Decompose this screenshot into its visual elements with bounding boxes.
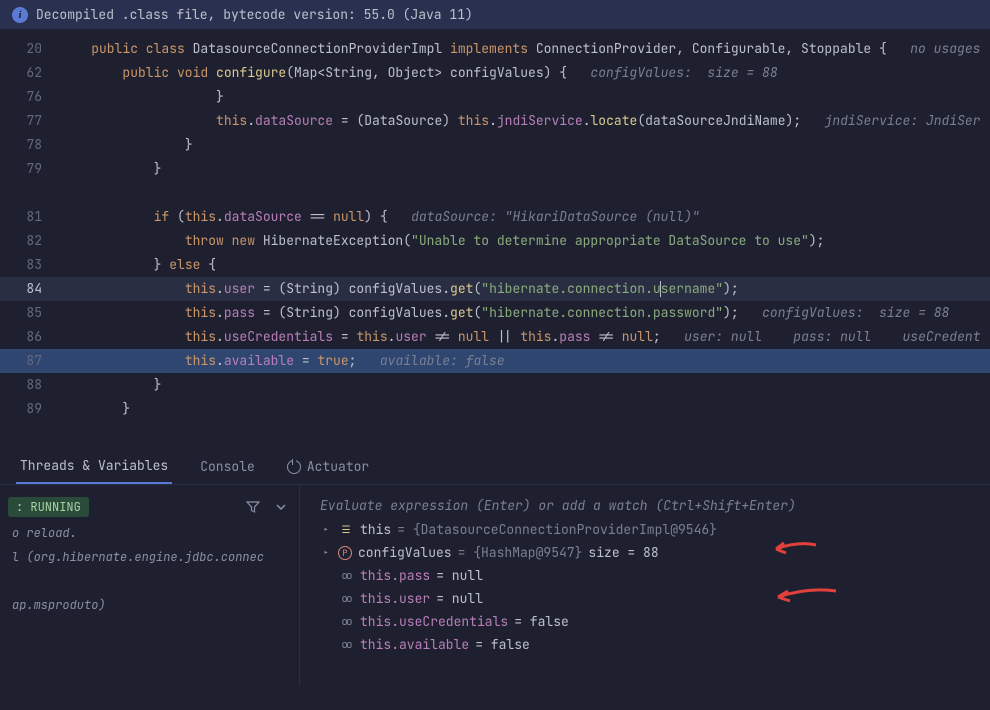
line-number: 81 [0, 205, 60, 229]
threads-column: : RUNNING o reload. l (org.hibernate.eng… [0, 485, 300, 685]
code-line: this.available = true; available: false [60, 349, 990, 373]
evaluate-expression-input[interactable]: Evaluate expression (Enter) or add a wat… [308, 493, 982, 518]
variable-row[interactable]: oo this.useCredentials = false [308, 610, 982, 633]
expand-icon[interactable]: ▸ [320, 523, 332, 536]
line-number: 82 [0, 229, 60, 253]
annotation-arrow [768, 587, 838, 611]
glasses-icon: oo [338, 637, 354, 653]
debug-panel-tabs: Threads & Variables Console Actuator [0, 441, 990, 485]
stack-frame[interactable]: ap.msproduto) [0, 593, 299, 617]
info-icon: i [12, 7, 28, 23]
banner-text: Decompiled .class file, bytecode version… [36, 6, 473, 23]
code-editor[interactable]: 20 public class DatasourceConnectionProv… [0, 29, 990, 421]
variable-row[interactable]: oo this.pass = null [308, 564, 982, 587]
glasses-icon: oo [338, 568, 354, 584]
code-line: public void configure(Map<String, Object… [60, 61, 990, 85]
variables-column: Evaluate expression (Enter) or add a wat… [300, 485, 990, 685]
expand-icon[interactable]: ▸ [320, 546, 332, 559]
tab-actuator[interactable]: Actuator [283, 450, 373, 483]
code-line: if (this.dataSource == null) { dataSourc… [60, 205, 990, 229]
code-line: } [60, 373, 990, 397]
variable-row[interactable]: oo this.user = null [308, 587, 982, 610]
line-number: 86 [0, 325, 60, 349]
code-line: this.useCredentials = this.user != null … [60, 325, 990, 349]
glasses-icon: oo [338, 591, 354, 607]
line-number: 76 [0, 85, 60, 109]
code-line: public class DatasourceConnectionProvide… [60, 37, 990, 61]
decompiled-banner: i Decompiled .class file, bytecode versi… [0, 0, 990, 29]
variable-row[interactable]: ▸ P configValues = {HashMap@9547} size =… [308, 541, 982, 564]
line-number: 62 [0, 61, 60, 85]
code-line: this.pass = (String) configValues.get("h… [60, 301, 990, 325]
line-number: 85 [0, 301, 60, 325]
debug-panel-body: : RUNNING o reload. l (org.hibernate.eng… [0, 485, 990, 685]
annotation-arrow [768, 539, 818, 563]
code-line: } [60, 397, 990, 421]
code-line: } [60, 133, 990, 157]
line-number: 88 [0, 373, 60, 397]
line-number: 78 [0, 133, 60, 157]
code-line [60, 181, 990, 205]
filter-icon[interactable] [243, 497, 263, 517]
line-number: 20 [0, 37, 60, 61]
line-number: 79 [0, 157, 60, 181]
line-number: 84 [0, 277, 60, 301]
parameter-icon: P [338, 546, 352, 560]
actuator-icon [287, 460, 301, 474]
code-line: } [60, 157, 990, 181]
tab-threads-variables[interactable]: Threads & Variables [16, 449, 172, 484]
field-icon: ☰ [338, 522, 354, 538]
thread-status-running: : RUNNING [8, 497, 89, 517]
code-line: this.dataSource = (DataSource) this.jndi… [60, 109, 990, 133]
tab-console[interactable]: Console [196, 450, 259, 483]
code-line: } [60, 85, 990, 109]
chevron-down-icon[interactable] [271, 497, 291, 517]
line-number: 89 [0, 397, 60, 421]
thread-reload-hint: o reload. [0, 521, 299, 545]
line-number: 87 [0, 349, 60, 373]
variable-row[interactable]: ▸ ☰ this = {DatasourceConnectionProvider… [308, 518, 982, 541]
code-line: this.user = (String) configValues.get("h… [60, 277, 990, 301]
variable-row[interactable]: oo this.available = false [308, 633, 982, 656]
glasses-icon: oo [338, 614, 354, 630]
code-line: throw new HibernateException("Unable to … [60, 229, 990, 253]
stack-frame[interactable]: l (org.hibernate.engine.jdbc.connec [0, 545, 299, 569]
line-number: 83 [0, 253, 60, 277]
code-line: } else { [60, 253, 990, 277]
line-number: 77 [0, 109, 60, 133]
line-number [0, 181, 60, 205]
